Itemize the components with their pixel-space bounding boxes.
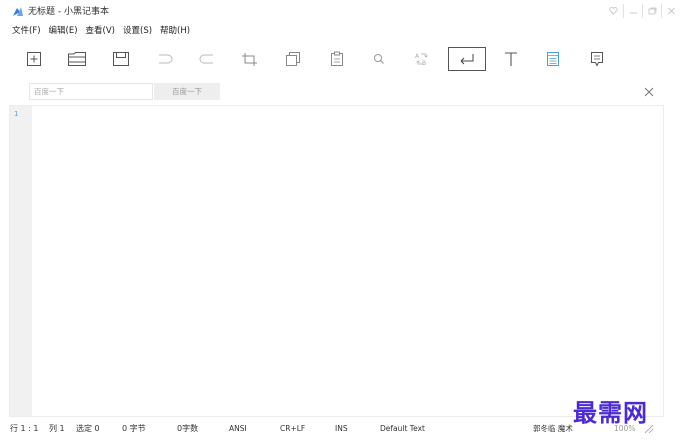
- menu-help[interactable]: 帮助(H): [160, 24, 190, 38]
- comment-button[interactable]: [584, 47, 610, 71]
- find-button[interactable]: [366, 47, 392, 71]
- new-file-button[interactable]: [21, 47, 47, 71]
- search-input[interactable]: [29, 83, 153, 100]
- status-insert-mode: INS: [335, 424, 348, 433]
- restore-icon: [648, 7, 656, 15]
- copy-icon: [286, 52, 300, 66]
- copy-button[interactable]: [280, 47, 306, 71]
- comment-icon: [591, 52, 603, 67]
- paste-icon: [331, 51, 343, 66]
- title-bar: 无标题 - 小黑记事本: [0, 0, 684, 22]
- line-number-gutter: 1: [10, 106, 32, 416]
- watermark: 最需网: [573, 398, 648, 427]
- word-wrap-button[interactable]: [448, 47, 486, 71]
- open-folder-icon: [68, 52, 86, 66]
- status-encoding[interactable]: ANSI: [229, 420, 247, 438]
- redo-icon: [199, 54, 213, 64]
- replace-icon: AB: [415, 53, 428, 67]
- menu-settings[interactable]: 设置(S): [123, 24, 152, 38]
- status-column: 列 1: [49, 424, 65, 433]
- save-icon: [113, 52, 129, 66]
- line-number: 1: [14, 110, 19, 118]
- status-position: 行 1 : 1: [10, 424, 39, 433]
- heart-icon: [609, 7, 618, 15]
- app-logo-icon: [13, 7, 23, 16]
- paste-button[interactable]: [324, 47, 350, 71]
- notes-button[interactable]: [540, 47, 566, 71]
- search-button[interactable]: 百度一下: [154, 83, 220, 100]
- window-title: 无标题 - 小黑记事本: [28, 7, 109, 17]
- menu-edit[interactable]: 编辑(E): [49, 24, 78, 38]
- status-selection: 选定 0: [76, 424, 100, 433]
- save-button[interactable]: [108, 47, 134, 71]
- svg-text:B: B: [422, 60, 426, 67]
- menu-file[interactable]: 文件(F): [12, 24, 41, 38]
- status-author: 郭冬临 魔术: [533, 424, 573, 433]
- undo-button[interactable]: [152, 47, 178, 71]
- word-wrap-icon: [460, 54, 474, 65]
- window-controls: [604, 4, 680, 18]
- new-file-icon: [27, 52, 41, 66]
- font-icon: [505, 52, 517, 66]
- close-search-icon[interactable]: [642, 85, 656, 99]
- replace-button[interactable]: AB: [409, 47, 435, 71]
- menu-bar: 文件(F) 编辑(E) 查看(V) 设置(S) 帮助(H): [12, 24, 190, 38]
- text-editor: 1: [9, 105, 664, 417]
- close-button[interactable]: [661, 4, 680, 18]
- search-bar: 百度一下: [0, 80, 684, 104]
- minimize-button[interactable]: [623, 4, 642, 18]
- open-file-button[interactable]: [64, 47, 90, 71]
- toolbar: AB: [0, 40, 684, 78]
- undo-icon: [159, 54, 173, 64]
- redo-button[interactable]: [194, 47, 220, 71]
- font-button[interactable]: [498, 47, 524, 71]
- close-icon: [667, 7, 675, 15]
- status-chars: 0字数: [177, 424, 199, 433]
- restore-button[interactable]: [642, 4, 661, 18]
- notes-icon: [547, 52, 559, 66]
- status-line-ending[interactable]: CR+LF: [280, 420, 305, 438]
- find-icon: [374, 54, 384, 64]
- cut-icon: [242, 53, 257, 66]
- minimize-icon: [629, 12, 637, 14]
- menu-view[interactable]: 查看(V): [86, 24, 115, 38]
- skin-button[interactable]: [604, 4, 623, 18]
- editor-text-area[interactable]: [32, 106, 663, 416]
- svg-text:A: A: [415, 53, 420, 60]
- cut-button[interactable]: [237, 47, 263, 71]
- status-bytes: 0 字节: [122, 424, 146, 433]
- status-text-type[interactable]: Default Text: [380, 420, 425, 438]
